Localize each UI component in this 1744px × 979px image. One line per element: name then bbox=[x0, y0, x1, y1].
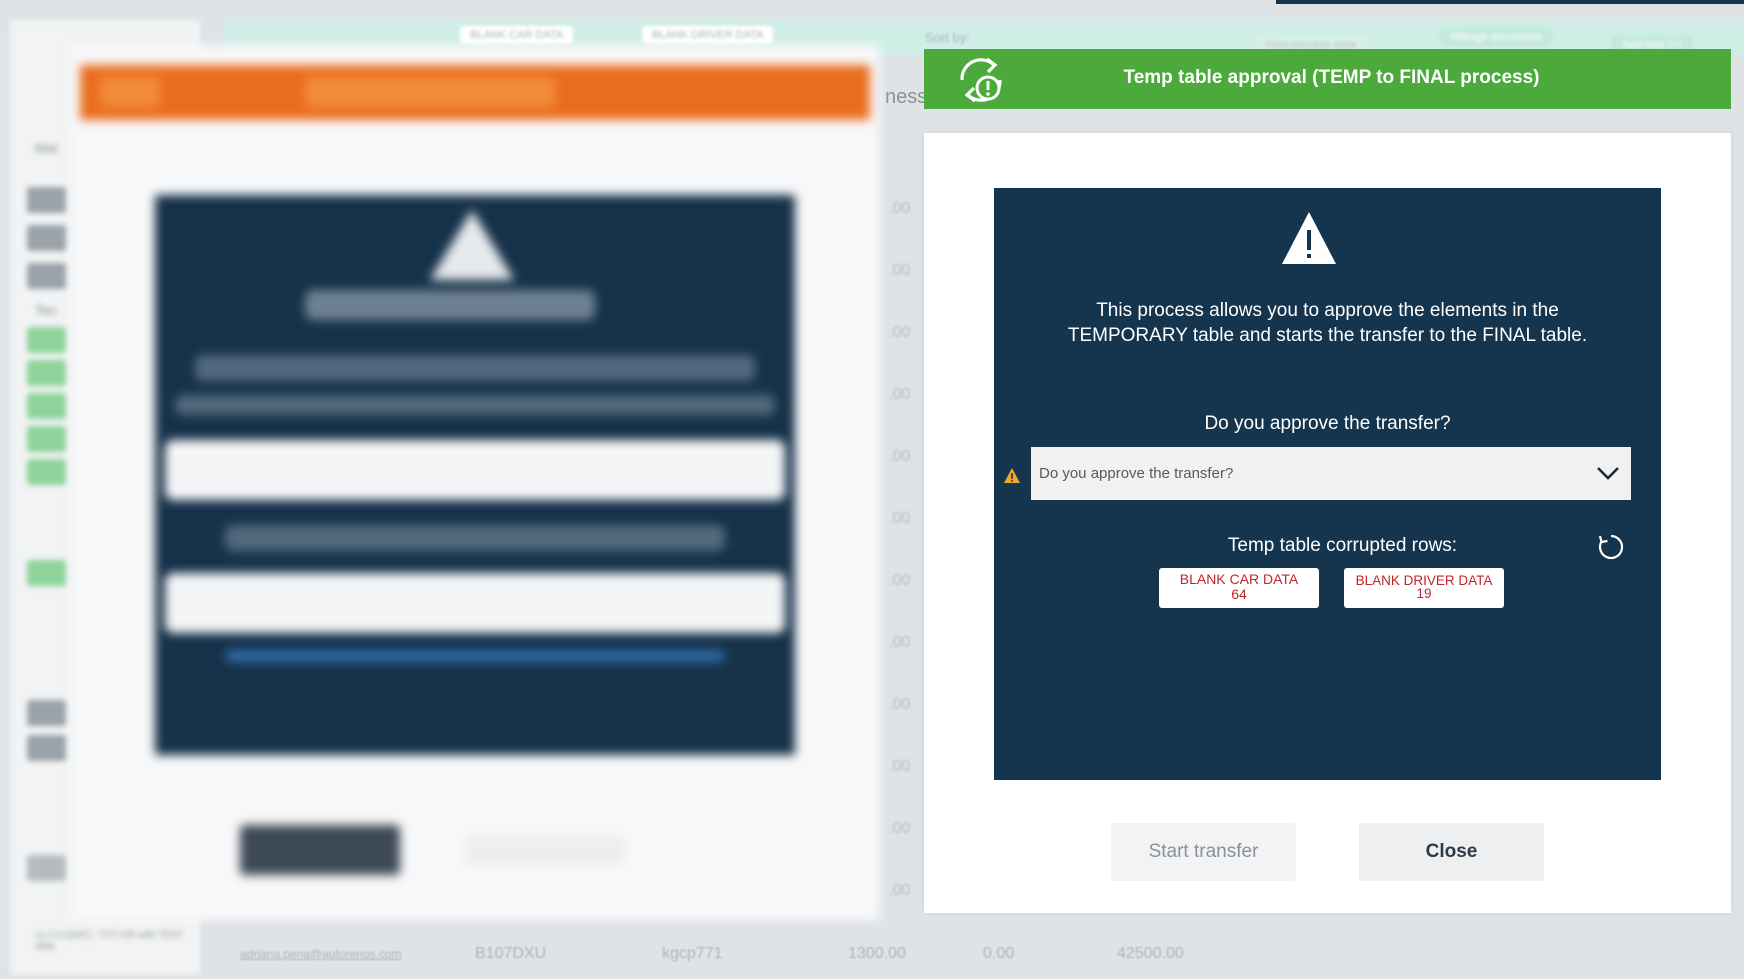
table-cell: .00 bbox=[888, 634, 911, 651]
warning-icon bbox=[1004, 468, 1020, 483]
close-button[interactable]: Close bbox=[1359, 823, 1544, 881]
email-link[interactable]: adriana.pena@autorenos.com bbox=[240, 947, 402, 961]
data-column: .00 .00 .00 .00 .00 .00 .00 .00 .00 .00 … bbox=[880, 170, 920, 930]
modal-header: Temp table approval (TEMP to FINAL proce… bbox=[924, 49, 1731, 109]
table-cell: .00 bbox=[888, 262, 911, 279]
warning-icon bbox=[430, 210, 514, 280]
description-line: TEMPORARY table and starts the transfer … bbox=[1067, 325, 1588, 346]
sidebar-item[interactable] bbox=[27, 327, 67, 353]
sidebar-item[interactable] bbox=[27, 426, 67, 452]
amount-cell: 1300.00 bbox=[848, 945, 906, 962]
mileage-processes-button[interactable]: Mileage processes bbox=[1440, 28, 1552, 46]
badge-label: BLANK CAR DATA bbox=[1179, 571, 1299, 587]
sidebar-item[interactable] bbox=[27, 225, 67, 251]
refresh-icon[interactable] bbox=[1597, 533, 1625, 561]
table-cell: .00 bbox=[888, 820, 911, 837]
description-line: This process allows you to approve the e… bbox=[1096, 300, 1559, 321]
process-description: This process allows you to approve the e… bbox=[1004, 298, 1651, 348]
sidebar-item[interactable] bbox=[27, 735, 67, 761]
sidebar-item[interactable] bbox=[27, 263, 67, 289]
warning-icon bbox=[1282, 212, 1336, 264]
sidebar-item[interactable] bbox=[27, 360, 67, 386]
table-cell: .00 bbox=[888, 882, 911, 899]
sidebar-section-title: Tec bbox=[35, 302, 57, 318]
column-header: ness bbox=[885, 86, 928, 108]
sidebar-section-title: Mai bbox=[35, 140, 58, 156]
blurred-modal-panel bbox=[155, 195, 795, 755]
approve-question-label: Do you approve the transfer? bbox=[1204, 413, 1451, 434]
modal-body: This process allows you to approve the e… bbox=[924, 133, 1731, 913]
filter-pill-driver[interactable]: BLANK DRIVER DATA bbox=[642, 26, 774, 44]
badge-count: 19 bbox=[1416, 586, 1432, 601]
blank-car-data-badge[interactable]: BLANK CAR DATA 64 bbox=[1159, 568, 1319, 608]
version-text: v1.2.0 (DAT) - TVT KR with TEST data bbox=[35, 930, 184, 952]
corrupted-rows-label: Temp table corrupted rows: bbox=[1227, 535, 1458, 556]
amount-cell: 42500.00 bbox=[1117, 945, 1184, 962]
blank-driver-data-badge[interactable]: BLANK DRIVER DATA 19 bbox=[1344, 568, 1504, 608]
sidebar-item[interactable] bbox=[27, 700, 67, 726]
modal-title: Temp table approval (TEMP to FINAL proce… bbox=[1123, 67, 1540, 88]
code-cell: kgcp771 bbox=[662, 945, 723, 962]
table-cell: .00 bbox=[888, 386, 911, 403]
start-transfer-button[interactable]: Start transfer bbox=[1111, 823, 1296, 881]
table-cell: .00 bbox=[888, 758, 911, 775]
table-cell: .00 bbox=[888, 200, 911, 217]
badge-count: 64 bbox=[1231, 586, 1247, 602]
sidebar-item[interactable] bbox=[27, 560, 67, 586]
filter-pill-car[interactable]: BLANK CAR DATA bbox=[460, 26, 574, 44]
blurred-modal-header bbox=[80, 65, 870, 120]
approval-panel: This process allows you to approve the e… bbox=[994, 188, 1661, 780]
sidebar-item[interactable] bbox=[27, 187, 67, 213]
blurred-button bbox=[240, 825, 400, 875]
table-cell: .00 bbox=[888, 510, 911, 527]
blurred-button bbox=[465, 835, 625, 865]
top-accent-line bbox=[1276, 0, 1744, 4]
sidebar-item[interactable] bbox=[27, 855, 67, 881]
blurred-modal bbox=[70, 45, 880, 920]
sidebar-item[interactable] bbox=[27, 393, 67, 419]
plate-cell: B107DXU bbox=[475, 945, 547, 962]
table-cell: .00 bbox=[888, 448, 911, 465]
chevron-down-icon[interactable] bbox=[1595, 462, 1621, 484]
table-cell: .00 bbox=[888, 572, 911, 589]
table-cell: .00 bbox=[888, 696, 911, 713]
table-cell: .00 bbox=[888, 324, 911, 341]
sort-label: Sort by: bbox=[925, 30, 970, 45]
amount-cell: 0.00 bbox=[983, 945, 1015, 962]
sidebar-item[interactable] bbox=[27, 459, 67, 485]
table-row[interactable]: adriana.pena@autorenos.com B107DXU kgcp7… bbox=[225, 935, 1735, 975]
approve-transfer-select[interactable]: Do you approve the transfer? bbox=[1031, 447, 1631, 500]
select-placeholder: Do you approve the transfer? bbox=[1039, 465, 1234, 482]
